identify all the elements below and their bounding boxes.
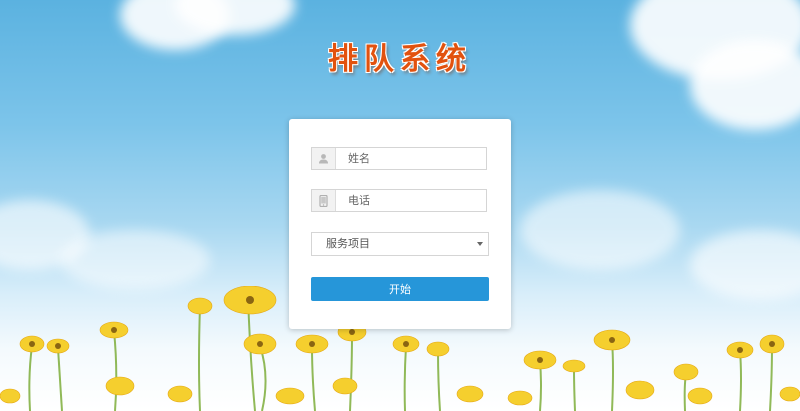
name-input[interactable] [336, 148, 486, 169]
start-button[interactable]: 开始 [311, 277, 489, 301]
cloud [60, 230, 210, 290]
phone-field [311, 189, 487, 212]
service-select[interactable]: 服务项目 [311, 232, 489, 256]
chevron-down-icon [477, 242, 483, 246]
phone-icon [312, 190, 336, 211]
page-title: 排队系统 [328, 42, 472, 77]
phone-input[interactable] [336, 190, 486, 211]
user-icon [312, 148, 336, 169]
name-field [311, 147, 487, 170]
queue-form-card: 服务项目 开始 [289, 119, 511, 329]
cloud [520, 190, 680, 270]
service-select-value: 服务项目 [326, 237, 370, 250]
